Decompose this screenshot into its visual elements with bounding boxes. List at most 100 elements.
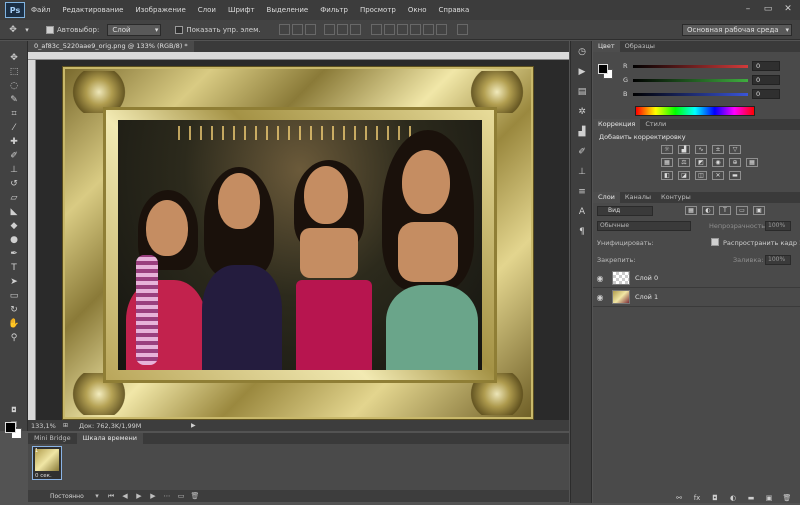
selective-color-icon[interactable]: ✕ — [712, 171, 724, 180]
zoom-level[interactable]: 133,1% — [31, 422, 63, 430]
color-spectrum-ramp[interactable] — [635, 106, 755, 116]
distribute-top-icon[interactable] — [370, 24, 382, 35]
loop-dropdown[interactable]: Постоянно — [50, 493, 90, 500]
brush-tool-icon[interactable]: ✐ — [4, 150, 24, 163]
menu-image[interactable]: Изображение — [135, 6, 185, 14]
menu-filter[interactable]: Фильтр — [320, 6, 348, 14]
align-bottom-icon[interactable] — [304, 24, 316, 35]
menu-select[interactable]: Выделение — [267, 6, 309, 14]
filter-shape-icon[interactable]: ▭ — [736, 206, 748, 215]
close-button[interactable]: ✕ — [782, 3, 794, 15]
clone-stamp-tool-icon[interactable]: ⊥ — [4, 164, 24, 177]
tab-channels[interactable]: Каналы — [620, 192, 656, 203]
invert-icon[interactable]: ◧ — [661, 171, 673, 180]
gradient-map-icon[interactable]: ▬ — [729, 171, 741, 180]
link-layers-icon[interactable]: ⚯ — [673, 493, 685, 503]
threshold-icon[interactable]: ◫ — [695, 171, 707, 180]
paint-bucket-tool-icon[interactable]: ◣ — [4, 206, 24, 219]
propagate-frame-checkbox[interactable] — [711, 238, 719, 246]
history-panel-icon[interactable]: ◷ — [575, 45, 589, 59]
new-group-icon[interactable]: ▬ — [745, 493, 757, 503]
minimize-button[interactable]: – — [742, 3, 754, 15]
tab-paths[interactable]: Контуры — [656, 192, 696, 203]
exposure-icon[interactable]: ± — [712, 145, 724, 154]
b-slider[interactable] — [633, 92, 748, 96]
channel-mixer-icon[interactable]: ⊕ — [729, 158, 741, 167]
autoselect-dropdown[interactable]: Слой — [107, 23, 162, 36]
autoselect-checkbox[interactable] — [46, 25, 54, 34]
navigator-panel-icon[interactable]: ✲ — [575, 105, 589, 119]
prev-frame-icon[interactable]: ◀ — [118, 492, 132, 500]
layer-row[interactable]: ◉ Слой 0 — [593, 269, 800, 288]
posterize-icon[interactable]: ◪ — [678, 171, 690, 180]
first-frame-icon[interactable]: ⏮ — [104, 492, 118, 501]
dodge-tool-icon[interactable]: ● — [4, 234, 24, 247]
path-select-tool-icon[interactable]: ➤ — [4, 276, 24, 289]
document-tab[interactable]: 0_af83c_5220aae9_orig.png @ 133% (RGB/8)… — [28, 41, 194, 52]
color-panel-fg-swatch[interactable] — [598, 64, 608, 74]
color-lookup-icon[interactable]: ▦ — [746, 158, 758, 167]
filter-smart-icon[interactable]: ▣ — [753, 206, 765, 215]
move-tool-icon[interactable]: ✥ — [4, 52, 24, 65]
menu-file[interactable]: Файл — [31, 6, 50, 14]
b-value[interactable]: 0 — [752, 89, 780, 99]
type-tool-icon[interactable]: T — [4, 262, 24, 275]
tween-icon[interactable]: ⋯ — [160, 492, 174, 500]
next-frame-icon[interactable]: ▶ — [146, 492, 160, 500]
workspace-dropdown[interactable]: Основная рабочая среда — [682, 24, 792, 36]
pen-tool-icon[interactable]: ✒ — [4, 248, 24, 261]
character-panel-icon[interactable]: A — [575, 205, 589, 219]
fill-field[interactable]: 100% — [765, 255, 791, 265]
distribute-vcenter-icon[interactable] — [383, 24, 395, 35]
layer-mask-icon[interactable]: ◘ — [709, 493, 721, 503]
tab-swatches[interactable]: Образцы — [620, 41, 660, 52]
menu-window[interactable]: Окно — [408, 6, 427, 14]
histogram-panel-icon[interactable]: ▟ — [575, 125, 589, 139]
visibility-eye-icon[interactable]: ◉ — [593, 293, 607, 302]
tab-mini-bridge[interactable]: Mini Bridge — [28, 433, 77, 444]
layer-style-icon[interactable]: fx — [691, 493, 703, 503]
foreground-color-swatch[interactable] — [5, 422, 16, 433]
tab-layers[interactable]: Слои — [593, 192, 620, 203]
menu-edit[interactable]: Редактирование — [62, 6, 123, 14]
show-transform-checkbox[interactable] — [175, 25, 184, 34]
brightness-contrast-icon[interactable]: ☼ — [661, 145, 673, 154]
filter-type-icon[interactable]: T — [719, 206, 731, 215]
layer-filter-dropdown[interactable]: Вид — [597, 206, 653, 216]
delete-frame-icon[interactable]: 🗑 — [188, 492, 202, 500]
filter-pixel-icon[interactable]: ▦ — [685, 206, 697, 215]
g-slider[interactable] — [633, 78, 748, 82]
auto-align-icon[interactable] — [456, 24, 468, 35]
eyedropper-tool-icon[interactable]: ⁄ — [4, 122, 24, 135]
healing-brush-tool-icon[interactable]: ✚ — [4, 136, 24, 149]
menu-help[interactable]: Справка — [438, 6, 469, 14]
hue-saturation-icon[interactable]: ▦ — [661, 158, 673, 167]
frame-delay[interactable]: 0 сек. — [35, 473, 52, 479]
visibility-eye-icon[interactable]: ◉ — [593, 274, 607, 283]
layer-name[interactable]: Слой 0 — [635, 274, 658, 282]
hand-tool-icon[interactable]: ✋ — [4, 318, 24, 331]
new-layer-icon[interactable]: ▣ — [763, 493, 775, 503]
menu-type[interactable]: Шрифт — [228, 6, 255, 14]
tab-color[interactable]: Цвет — [593, 41, 620, 52]
black-white-icon[interactable]: ◩ — [695, 158, 707, 167]
tab-timeline[interactable]: Шкала времени — [76, 433, 144, 444]
r-slider[interactable] — [633, 64, 748, 68]
paragraph-panel-icon[interactable]: ¶ — [575, 225, 589, 239]
duplicate-frame-icon[interactable]: ▭ — [174, 492, 188, 500]
g-value[interactable]: 0 — [752, 75, 780, 85]
opacity-field[interactable]: 100% — [765, 221, 791, 231]
canvas-area[interactable] — [36, 60, 569, 420]
loop-dropdown-arrow-icon[interactable]: ▾ — [90, 492, 104, 500]
layer-name[interactable]: Слой 1 — [635, 293, 658, 301]
r-value[interactable]: 0 — [752, 61, 780, 71]
levels-icon[interactable]: ▟ — [678, 145, 690, 154]
distribute-left-icon[interactable] — [409, 24, 421, 35]
align-top-icon[interactable] — [278, 24, 290, 35]
clone-source-panel-icon[interactable]: ⊥ — [575, 165, 589, 179]
delete-layer-icon[interactable]: 🗑 — [781, 493, 793, 503]
menu-view[interactable]: Просмотр — [360, 6, 396, 14]
layer-row[interactable]: ◉ Слой 1 — [593, 288, 800, 307]
color-balance-icon[interactable]: ⚖ — [678, 158, 690, 167]
distribute-hcenter-icon[interactable] — [422, 24, 434, 35]
